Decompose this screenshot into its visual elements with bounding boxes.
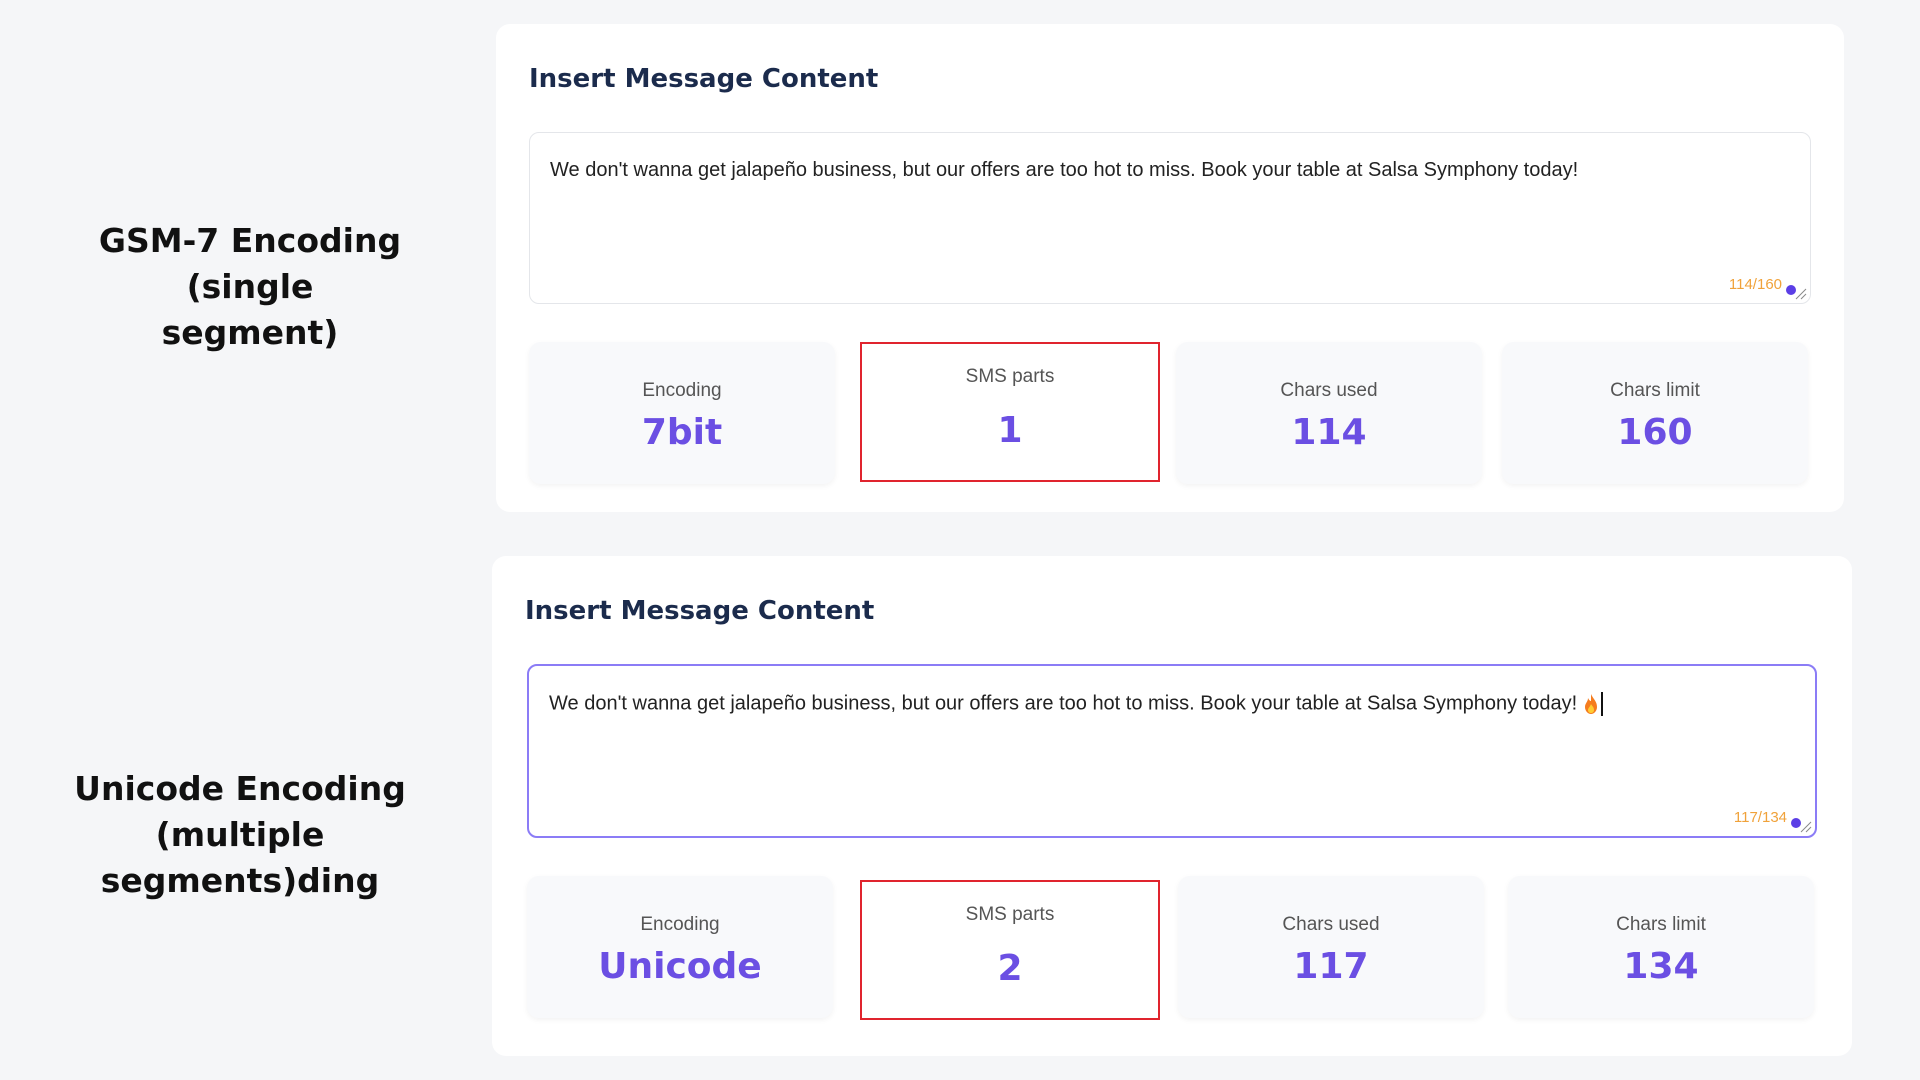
message-textarea[interactable]: We don't wanna get jalapeño business, bu…	[527, 664, 1817, 838]
stat-label: SMS parts	[965, 904, 1055, 925]
stat-value: 2	[997, 948, 1023, 989]
stat-label: Chars limit	[1616, 914, 1706, 935]
stat-value: Unicode	[598, 946, 762, 987]
stat-card-sms-parts: SMS parts 2	[860, 880, 1160, 1020]
stat-card-encoding: Encoding 7bit	[529, 342, 835, 484]
stat-card-chars-used: Chars used 114	[1176, 342, 1482, 484]
stat-label: Encoding	[642, 380, 722, 401]
stat-label: SMS parts	[965, 366, 1055, 387]
gsm-encoding-label: GSM-7 Encoding (single segment)	[40, 218, 460, 356]
gsm-label-line-2: segment)	[161, 313, 339, 352]
stat-card-chars-limit: Chars limit 160	[1502, 342, 1808, 484]
stat-card-sms-parts: SMS parts 1	[860, 342, 1160, 482]
message-textarea[interactable]: We don't wanna get jalapeño business, bu…	[529, 132, 1811, 304]
stat-value: 160	[1617, 412, 1693, 453]
message-text: We don't wanna get jalapeño business, bu…	[549, 692, 1578, 715]
stat-card-chars-used: Chars used 117	[1178, 876, 1484, 1018]
stat-label: Chars used	[1280, 380, 1378, 401]
stat-label: Encoding	[640, 914, 720, 935]
resize-handle-icon[interactable]	[1794, 287, 1808, 301]
message-panel-unicode: Insert Message Content We don't wanna ge…	[492, 556, 1852, 1056]
stat-label: Chars limit	[1610, 380, 1700, 401]
unicode-label-line-1: Unicode Encoding	[74, 769, 406, 808]
stat-label: Chars used	[1282, 914, 1380, 935]
stat-value: 114	[1291, 412, 1367, 453]
stat-value: 7bit	[641, 412, 723, 453]
stat-card-chars-limit: Chars limit 134	[1508, 876, 1814, 1018]
message-panel-gsm: Insert Message Content We don't wanna ge…	[496, 24, 1844, 512]
unicode-label-line-2: (multiple segments)ding	[100, 815, 380, 900]
stat-card-encoding: Encoding Unicode	[527, 876, 833, 1018]
text-caret	[1601, 692, 1604, 716]
resize-handle-icon[interactable]	[1799, 820, 1813, 834]
stat-value: 117	[1293, 946, 1369, 987]
panel-title: Insert Message Content	[529, 64, 879, 94]
panel-title: Insert Message Content	[525, 596, 875, 626]
char-counter: 114/160	[1728, 276, 1782, 293]
char-counter: 117/134	[1733, 809, 1787, 826]
unicode-encoding-label: Unicode Encoding (multiple segments)ding	[30, 766, 450, 904]
message-text: We don't wanna get jalapeño business, bu…	[550, 159, 1579, 181]
message-text-container: We don't wanna get jalapeño business, bu…	[549, 692, 1795, 716]
gsm-label-line-1: GSM-7 Encoding (single	[98, 221, 402, 306]
fire-emoji-icon	[1585, 694, 1598, 714]
stat-value: 134	[1623, 946, 1699, 987]
stat-value: 1	[997, 410, 1023, 451]
